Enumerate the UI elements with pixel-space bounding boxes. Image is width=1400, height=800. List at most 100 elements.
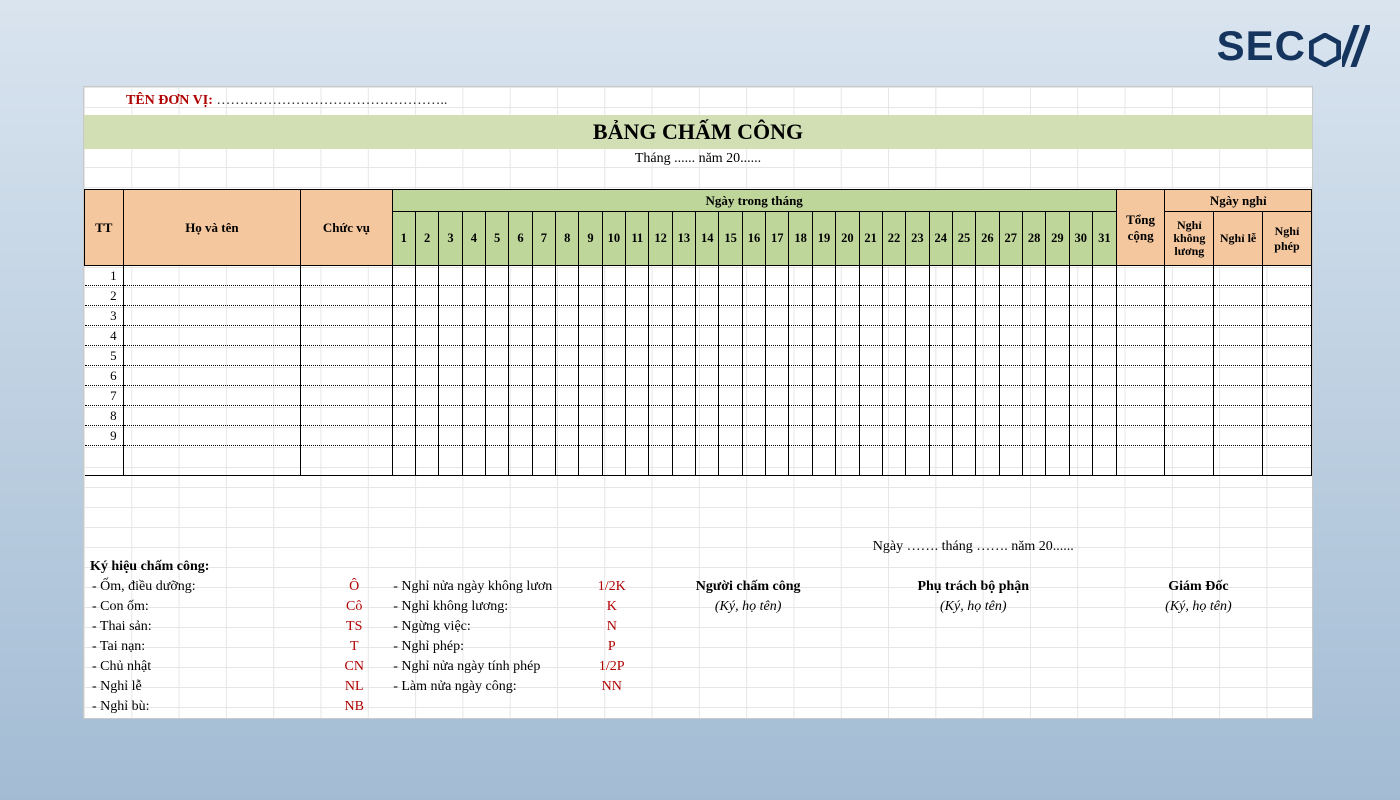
data-cell[interactable]	[649, 266, 672, 286]
data-cell[interactable]	[532, 346, 555, 366]
data-cell[interactable]	[626, 446, 649, 476]
data-cell[interactable]	[626, 266, 649, 286]
data-cell[interactable]	[439, 306, 462, 326]
data-cell[interactable]	[123, 346, 301, 366]
data-cell[interactable]	[789, 326, 812, 346]
data-cell[interactable]	[1022, 426, 1045, 446]
data-cell[interactable]	[1214, 326, 1263, 346]
data-cell[interactable]	[952, 386, 975, 406]
data-cell[interactable]	[532, 426, 555, 446]
data-cell[interactable]	[742, 346, 765, 366]
data-cell[interactable]	[602, 426, 625, 446]
data-cell[interactable]	[509, 266, 532, 286]
data-cell[interactable]	[1165, 286, 1214, 306]
data-cell[interactable]	[1022, 346, 1045, 366]
data-cell[interactable]	[672, 426, 695, 446]
data-cell[interactable]	[789, 406, 812, 426]
data-cell[interactable]	[906, 286, 929, 306]
data-cell[interactable]	[1116, 346, 1165, 366]
data-cell[interactable]	[415, 426, 438, 446]
data-cell[interactable]	[906, 426, 929, 446]
data-cell[interactable]	[696, 286, 719, 306]
data-cell[interactable]	[649, 306, 672, 326]
data-cell[interactable]	[859, 366, 882, 386]
data-cell[interactable]	[1069, 446, 1092, 476]
data-cell[interactable]	[123, 446, 301, 476]
data-cell[interactable]	[556, 326, 579, 346]
data-cell[interactable]	[906, 326, 929, 346]
data-cell[interactable]	[1069, 386, 1092, 406]
data-cell[interactable]	[999, 346, 1022, 366]
data-cell[interactable]	[672, 446, 695, 476]
data-cell[interactable]	[976, 406, 999, 426]
data-cell[interactable]	[812, 346, 835, 366]
data-cell[interactable]	[602, 326, 625, 346]
data-cell[interactable]	[742, 366, 765, 386]
data-cell[interactable]	[1069, 406, 1092, 426]
data-cell[interactable]	[439, 386, 462, 406]
data-cell[interactable]	[462, 386, 485, 406]
data-cell[interactable]	[952, 326, 975, 346]
data-cell[interactable]	[579, 426, 602, 446]
data-cell[interactable]	[836, 326, 859, 346]
data-cell[interactable]	[1262, 386, 1311, 406]
data-cell[interactable]	[486, 366, 509, 386]
data-cell[interactable]	[415, 266, 438, 286]
data-cell[interactable]	[579, 386, 602, 406]
data-cell[interactable]	[952, 266, 975, 286]
data-cell[interactable]	[696, 326, 719, 346]
data-cell[interactable]	[952, 426, 975, 446]
data-cell[interactable]	[509, 406, 532, 426]
data-cell[interactable]	[882, 306, 905, 326]
data-cell[interactable]	[462, 446, 485, 476]
data-cell[interactable]	[415, 366, 438, 386]
data-cell[interactable]	[836, 306, 859, 326]
data-cell[interactable]	[392, 266, 415, 286]
data-cell[interactable]	[301, 346, 392, 366]
data-cell[interactable]	[882, 446, 905, 476]
data-cell[interactable]	[1069, 266, 1092, 286]
data-cell[interactable]	[952, 366, 975, 386]
data-cell[interactable]	[415, 346, 438, 366]
data-cell[interactable]	[1214, 286, 1263, 306]
data-cell[interactable]	[976, 386, 999, 406]
data-cell[interactable]	[415, 406, 438, 426]
data-cell[interactable]	[626, 286, 649, 306]
data-cell[interactable]	[626, 346, 649, 366]
data-cell[interactable]	[626, 366, 649, 386]
data-cell[interactable]	[1116, 406, 1165, 426]
data-cell[interactable]	[532, 326, 555, 346]
data-cell[interactable]	[462, 346, 485, 366]
data-cell[interactable]	[1046, 266, 1069, 286]
data-cell[interactable]	[486, 346, 509, 366]
data-cell[interactable]	[672, 406, 695, 426]
data-cell[interactable]	[766, 326, 789, 346]
data-cell[interactable]	[766, 406, 789, 426]
data-cell[interactable]	[766, 366, 789, 386]
data-cell[interactable]	[1022, 286, 1045, 306]
data-cell[interactable]	[999, 286, 1022, 306]
data-cell[interactable]	[1262, 366, 1311, 386]
data-cell[interactable]	[766, 446, 789, 476]
data-cell[interactable]	[1262, 286, 1311, 306]
data-cell[interactable]	[1092, 286, 1116, 306]
data-cell[interactable]	[392, 426, 415, 446]
data-cell[interactable]	[836, 386, 859, 406]
data-cell[interactable]	[486, 406, 509, 426]
data-cell[interactable]	[952, 446, 975, 476]
data-cell[interactable]	[836, 406, 859, 426]
data-cell[interactable]	[1165, 406, 1214, 426]
data-cell[interactable]	[649, 326, 672, 346]
data-cell[interactable]	[392, 286, 415, 306]
data-cell[interactable]	[742, 326, 765, 346]
data-cell[interactable]	[1262, 406, 1311, 426]
data-cell[interactable]	[532, 286, 555, 306]
data-cell[interactable]	[1022, 446, 1045, 476]
data-cell[interactable]	[649, 286, 672, 306]
data-cell[interactable]	[929, 446, 952, 476]
data-cell[interactable]	[789, 386, 812, 406]
data-cell[interactable]	[836, 366, 859, 386]
data-cell[interactable]	[556, 406, 579, 426]
data-cell[interactable]	[649, 426, 672, 446]
data-cell[interactable]	[1165, 326, 1214, 346]
